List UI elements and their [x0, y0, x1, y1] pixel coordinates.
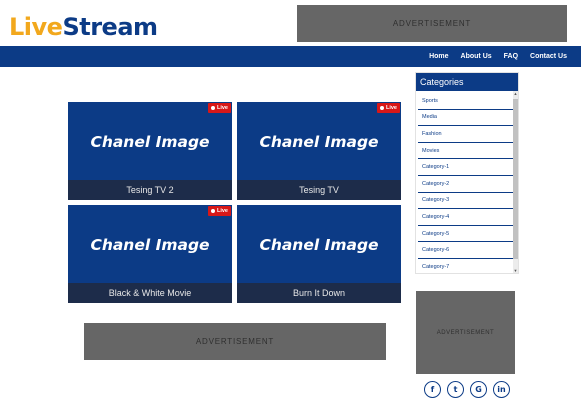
live-dot-icon — [379, 106, 384, 110]
nav-links: Home About Us FAQ Contact Us — [429, 46, 567, 67]
channel-card-4[interactable]: Chanel Image Burn It Down — [237, 205, 401, 303]
social-links: f t G in — [424, 381, 510, 398]
channel-image: Chanel Image — [259, 133, 379, 151]
live-label: Live — [385, 105, 397, 111]
nav-contact-us[interactable]: Contact Us — [530, 53, 567, 60]
nav-home[interactable]: Home — [429, 53, 448, 60]
channel-title: Burn It Down — [237, 283, 401, 303]
category-7[interactable]: Category-7 — [418, 259, 513, 273]
logo-stream-text: Stream — [62, 13, 158, 41]
channel-image: Chanel Image — [90, 133, 210, 151]
category-1[interactable]: Category-1 — [418, 159, 513, 176]
scroll-thumb[interactable] — [513, 99, 518, 259]
sidebar-advertisement[interactable]: ADVERTISEMENT — [416, 291, 515, 374]
channel-image: Chanel Image — [259, 236, 379, 254]
site-logo[interactable]: LiveStream — [9, 12, 158, 42]
bottom-advertisement[interactable]: ADVERTISEMENT — [84, 323, 386, 360]
live-dot-icon — [210, 106, 215, 110]
categories-scrollbar[interactable]: ▲ ▼ — [513, 91, 518, 273]
twitter-icon[interactable]: t — [447, 381, 464, 398]
category-6[interactable]: Category-6 — [418, 242, 513, 259]
categories-title: Categories — [416, 73, 518, 91]
category-5[interactable]: Category-5 — [418, 226, 513, 243]
live-badge: Live — [207, 103, 231, 113]
live-label: Live — [216, 208, 228, 214]
nav-faq[interactable]: FAQ — [504, 53, 518, 60]
category-sports[interactable]: Sports — [418, 93, 513, 110]
channel-image: Chanel Image — [90, 236, 210, 254]
top-advertisement[interactable]: ADVERTISEMENT — [297, 5, 567, 42]
live-label: Live — [216, 105, 228, 111]
scroll-up-arrow-icon[interactable]: ▲ — [513, 91, 518, 96]
linkedin-icon[interactable]: in — [493, 381, 510, 398]
channel-title: Black & White Movie — [68, 283, 232, 303]
live-badge: Live — [376, 103, 400, 113]
channel-title: Tesing TV 2 — [68, 180, 232, 200]
live-badge: Live — [207, 206, 231, 216]
channel-card-3[interactable]: Chanel Image Live Black & White Movie — [68, 205, 232, 303]
category-3[interactable]: Category-3 — [418, 193, 513, 210]
category-4[interactable]: Category-4 — [418, 209, 513, 226]
scroll-down-arrow-icon[interactable]: ▼ — [513, 268, 518, 273]
facebook-icon[interactable]: f — [424, 381, 441, 398]
channel-card-1[interactable]: Chanel Image Live Tesing TV 2 — [68, 102, 232, 200]
category-fashion[interactable]: Fashion — [418, 126, 513, 143]
category-media[interactable]: Media — [418, 110, 513, 127]
category-2[interactable]: Category-2 — [418, 176, 513, 193]
categories-list: Sports Media Fashion Movies Category-1 C… — [416, 93, 513, 273]
channel-card-2[interactable]: Chanel Image Live Tesing TV — [237, 102, 401, 200]
nav-about-us[interactable]: About Us — [461, 53, 492, 60]
logo-live-text: Live — [9, 13, 63, 41]
category-movies[interactable]: Movies — [418, 143, 513, 160]
main-nav: Home About Us FAQ Contact Us — [0, 46, 581, 67]
channel-title: Tesing TV — [237, 180, 401, 200]
google-icon[interactable]: G — [470, 381, 487, 398]
categories-panel: Categories Sports Media Fashion Movies C… — [415, 72, 519, 274]
live-dot-icon — [210, 209, 215, 213]
